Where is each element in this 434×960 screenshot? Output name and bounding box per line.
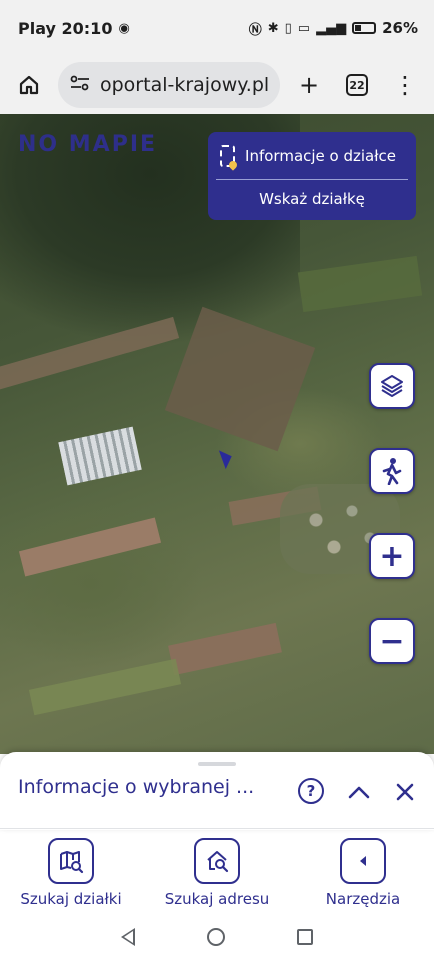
tune-icon[interactable]	[70, 75, 90, 95]
person-walk-icon	[382, 458, 402, 485]
selected-info-panel: Informacje o wybranej ... ?	[0, 752, 434, 830]
parcel-info-title: Informacje o działce	[245, 146, 396, 165]
close-icon[interactable]	[391, 778, 419, 806]
map-search-icon[interactable]	[48, 838, 94, 884]
home-icon[interactable]	[10, 66, 48, 104]
browser-toolbar: oportal-krajowy.pl + 22 ⋮	[0, 56, 434, 114]
more-vert-icon[interactable]: ⋮	[386, 66, 424, 104]
parcel-info-header[interactable]: Informacje o działce	[216, 132, 408, 180]
site-logo[interactable]: NO MAPIE	[18, 132, 157, 157]
chevron-left-icon[interactable]	[340, 838, 386, 884]
bluetooth-icon: ✱	[267, 20, 279, 36]
carrier-time: Play 20:10	[18, 18, 113, 38]
logo-text: NO MAPIE	[18, 132, 158, 157]
field-strip	[168, 622, 282, 676]
street-view-button[interactable]	[369, 448, 415, 494]
parcel-info-card: Informacje o działce Wskaż działkę	[208, 132, 416, 220]
notification-icon: ◉	[118, 20, 130, 36]
recents-icon[interactable]	[297, 929, 313, 945]
url-text: oportal-krajowy.pl	[100, 74, 268, 96]
lte-signal-icon: ▂▄▆	[316, 20, 347, 36]
home-search-icon[interactable]	[194, 838, 240, 884]
tab-count: 22	[346, 74, 368, 96]
battery-icon	[352, 22, 377, 34]
nfc-icon: Ⓝ	[248, 22, 262, 38]
field-strip	[18, 517, 162, 577]
nav-label: Szukaj adresu	[164, 890, 270, 908]
nav-label: Narzędzia	[325, 890, 401, 908]
url-bar[interactable]: oportal-krajowy.pl	[58, 62, 280, 108]
battery-level: 26%	[382, 19, 418, 37]
volte-icon: ▭	[297, 20, 311, 36]
chevron-up-icon[interactable]	[345, 778, 373, 806]
help-icon[interactable]: ?	[298, 778, 324, 804]
home-button-icon[interactable]	[207, 928, 225, 946]
point-parcel-button[interactable]: Wskaż działkę	[208, 180, 416, 218]
nav-tools[interactable]: Narzędzia	[298, 830, 428, 914]
tab-switcher-button[interactable]: 22	[338, 66, 376, 104]
satellite-map[interactable]: NO MAPIE Informacje o działce Wskaż dzia…	[0, 114, 434, 754]
field-strip	[297, 255, 423, 313]
layers-button[interactable]	[369, 363, 415, 409]
nav-label: Szukaj działki	[20, 890, 122, 908]
field-strip	[28, 658, 182, 716]
drag-handle[interactable]	[198, 762, 236, 766]
nav-search-address[interactable]: Szukaj adresu	[152, 830, 282, 914]
panel-title[interactable]: Informacje o wybranej ...	[18, 776, 258, 798]
location-marker-icon[interactable]	[218, 446, 236, 470]
system-navigation	[0, 914, 434, 960]
parcel-select-icon	[220, 144, 236, 167]
zoom-in-button[interactable]: +	[369, 533, 415, 579]
layers-icon	[381, 375, 403, 397]
back-icon[interactable]	[121, 928, 135, 946]
nav-search-parcel[interactable]: Szukaj działki	[6, 830, 136, 914]
status-bar: Play 20:10 ◉ Ⓝ ✱ ▯ ▭ ▂▄▆ 26%	[0, 0, 434, 56]
bottom-navigation: Szukaj działki Szukaj adresu Narzędzia	[0, 830, 434, 914]
greenhouses	[58, 426, 142, 486]
panel-divider	[0, 828, 434, 829]
plus-icon[interactable]: +	[290, 66, 328, 104]
zoom-out-button[interactable]: −	[369, 618, 415, 664]
vibrate-icon: ▯	[284, 20, 292, 36]
